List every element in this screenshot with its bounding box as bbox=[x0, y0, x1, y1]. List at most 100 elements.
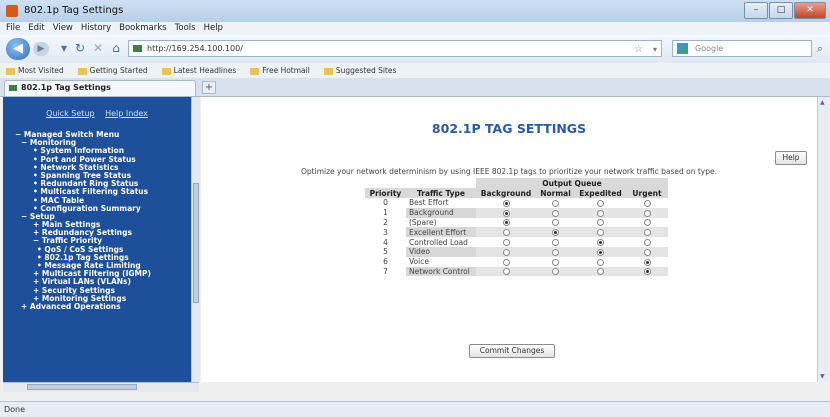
browser-app-icon bbox=[6, 5, 18, 17]
queue-radio-urgent[interactable] bbox=[643, 219, 651, 227]
address-bar[interactable]: http://169.254.100.100/ ☆ ▾ bbox=[128, 40, 662, 57]
tree-toggle-icon[interactable]: − bbox=[21, 138, 27, 147]
maximize-button[interactable]: □ bbox=[769, 2, 793, 19]
queue-radio-background[interactable] bbox=[502, 229, 510, 237]
tab-label: 802.1p Tag Settings bbox=[21, 83, 111, 92]
close-button[interactable]: ✕ bbox=[794, 2, 826, 19]
dropdown-history-icon[interactable]: ▾ bbox=[56, 40, 72, 56]
forward-icon[interactable]: ▶ bbox=[33, 42, 49, 56]
sidebar-vertical-scrollbar[interactable] bbox=[191, 97, 200, 382]
queue-radio-normal[interactable] bbox=[552, 239, 559, 247]
queue-radio-background[interactable] bbox=[502, 258, 510, 266]
queue-radio-expedited[interactable] bbox=[597, 268, 604, 276]
queue-radio-normal[interactable] bbox=[552, 199, 559, 207]
menu-file[interactable]: File bbox=[6, 22, 20, 35]
priority-value: 2 bbox=[383, 217, 388, 227]
queue-radio-background[interactable] bbox=[502, 268, 510, 276]
menu-help[interactable]: Help bbox=[204, 22, 223, 35]
menu-bookmarks[interactable]: Bookmarks bbox=[119, 22, 167, 35]
tree-toggle-icon[interactable]: + bbox=[21, 302, 27, 311]
stop-icon[interactable]: ✕ bbox=[90, 40, 106, 56]
queue-radio-expedited[interactable] bbox=[597, 248, 604, 256]
scroll-down-icon[interactable]: ▼ bbox=[820, 373, 825, 380]
bookmark-star-icon[interactable]: ☆ bbox=[634, 42, 643, 57]
tab-802-1p-tag-settings[interactable]: 802.1p Tag Settings bbox=[4, 80, 196, 96]
minimize-button[interactable]: – bbox=[744, 2, 768, 19]
address-dropdown-icon[interactable]: ▾ bbox=[653, 42, 657, 57]
queue-radio-expedited[interactable] bbox=[597, 219, 604, 227]
new-tab-icon[interactable]: + bbox=[202, 81, 216, 94]
search-icon[interactable]: ⌕ bbox=[817, 42, 823, 56]
queue-radio-expedited[interactable] bbox=[597, 199, 604, 207]
bookmark-suggested-sites[interactable]: Suggested Sites bbox=[324, 63, 397, 78]
queue-cell-expedited bbox=[575, 266, 626, 277]
traffic-type-label: (Spare) bbox=[409, 217, 437, 227]
sidebar-tree-item[interactable]: + Advanced Operations bbox=[15, 302, 151, 311]
menu-edit[interactable]: Edit bbox=[28, 22, 44, 35]
bookmark-most-visited[interactable]: Most Visited bbox=[6, 63, 64, 78]
search-engine-icon[interactable] bbox=[677, 43, 688, 54]
traffic-type-label: Controlled Load bbox=[409, 237, 468, 247]
menu-view[interactable]: View bbox=[53, 22, 73, 35]
queue-cell-urgent bbox=[626, 266, 668, 277]
queue-radio-expedited[interactable] bbox=[597, 229, 604, 237]
bookmark-free-hotmail[interactable]: Free Hotmail bbox=[250, 63, 310, 78]
queue-radio-background[interactable] bbox=[502, 219, 510, 227]
queue-radio-expedited[interactable] bbox=[597, 209, 604, 217]
reload-icon[interactable]: ↻ bbox=[72, 40, 88, 56]
queue-cell-urgent bbox=[626, 207, 668, 218]
help-button[interactable]: Help bbox=[775, 151, 807, 165]
queue-radio-urgent[interactable] bbox=[643, 239, 651, 247]
empty-header bbox=[365, 178, 406, 188]
tree-toggle-icon[interactable]: − bbox=[21, 212, 27, 221]
queue-radio-urgent[interactable] bbox=[643, 248, 651, 256]
quick-setup-link[interactable]: Quick Setup bbox=[46, 109, 94, 118]
bookmark-latest-headlines[interactable]: Latest Headlines bbox=[162, 63, 237, 78]
queue-radio-normal[interactable] bbox=[552, 268, 559, 276]
sidebar-scroll-thumb[interactable] bbox=[193, 183, 199, 303]
sidebar-horizontal-scrollbar[interactable] bbox=[3, 382, 199, 392]
queue-radio-normal[interactable] bbox=[552, 248, 559, 256]
priority-row: 6 Voice bbox=[365, 257, 668, 267]
queue-radio-urgent[interactable] bbox=[643, 209, 651, 217]
bookmark-getting-started[interactable]: Getting Started bbox=[78, 63, 148, 78]
queue-cell-urgent bbox=[626, 227, 668, 238]
queue-radio-normal[interactable] bbox=[552, 258, 559, 266]
sidebar-nav: Quick Setup Help Index − Managed Switch … bbox=[3, 97, 191, 382]
queue-radio-urgent[interactable] bbox=[643, 258, 651, 266]
queue-cell-background bbox=[476, 237, 536, 247]
priority-row: 1 Background bbox=[365, 207, 668, 218]
queue-radio-expedited[interactable] bbox=[597, 258, 604, 266]
search-box[interactable]: Google bbox=[672, 40, 812, 57]
status-bar: Done bbox=[0, 401, 830, 417]
queue-radio-urgent[interactable] bbox=[643, 229, 651, 237]
home-icon[interactable]: ⌂ bbox=[108, 40, 124, 56]
queue-radio-urgent[interactable] bbox=[643, 199, 651, 207]
queue-radio-normal[interactable] bbox=[552, 219, 559, 227]
menu-history[interactable]: History bbox=[81, 22, 111, 35]
scroll-up-icon[interactable]: ▲ bbox=[820, 99, 825, 106]
expedited-column-header: Expedited bbox=[575, 188, 626, 198]
bookmarks-toolbar: Most Visited Getting Started Latest Head… bbox=[0, 63, 830, 78]
sidebar-hscroll-thumb[interactable] bbox=[27, 384, 137, 390]
queue-cell-normal bbox=[536, 207, 575, 218]
help-index-link[interactable]: Help Index bbox=[105, 109, 148, 118]
queue-radio-background[interactable] bbox=[502, 239, 510, 247]
queue-radio-background[interactable] bbox=[502, 199, 510, 207]
commit-changes-button[interactable]: Commit Changes bbox=[469, 344, 555, 358]
queue-radio-background[interactable] bbox=[502, 248, 510, 256]
urgent-column-header: Urgent bbox=[626, 188, 668, 198]
queue-radio-background[interactable] bbox=[502, 209, 510, 217]
priority-value: 5 bbox=[383, 247, 388, 257]
priority-row: 7 Network Control bbox=[365, 266, 668, 277]
priority-table-body: 0 Best Effort 1 Background 2 (Spare) 3 Excellen… bbox=[365, 198, 668, 277]
back-icon[interactable]: ◀ bbox=[6, 38, 30, 60]
queue-radio-normal[interactable] bbox=[552, 229, 559, 237]
sidebar-tree: − Managed Switch Menu − Monitoring • Syste… bbox=[15, 130, 151, 311]
queue-radio-urgent[interactable] bbox=[643, 268, 651, 276]
content-vertical-scrollbar[interactable]: ▲ ▼ bbox=[817, 97, 829, 382]
queue-radio-normal[interactable] bbox=[552, 209, 559, 217]
queue-cell-background bbox=[476, 218, 536, 228]
menu-tools[interactable]: Tools bbox=[175, 22, 196, 35]
queue-radio-expedited[interactable] bbox=[597, 239, 604, 247]
